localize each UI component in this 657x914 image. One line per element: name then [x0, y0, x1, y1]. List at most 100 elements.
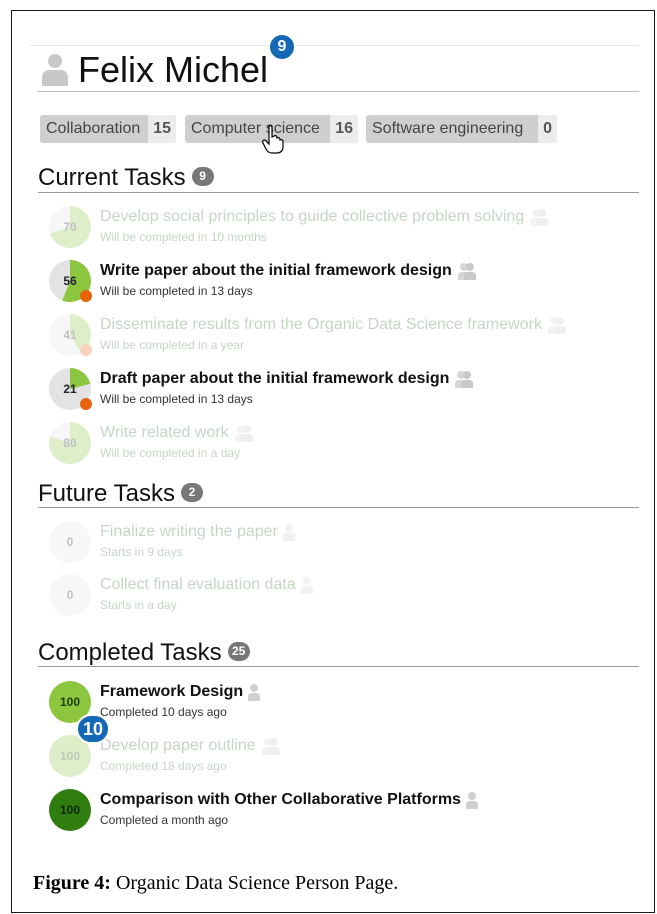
people-icon	[547, 317, 566, 334]
person-name: Felix Michel	[78, 49, 269, 90]
future-tasks-count: 2	[180, 483, 203, 503]
tag-collaboration[interactable]: Collaboration 15	[40, 115, 176, 143]
task-subtitle: Will be completed in 13 days	[100, 284, 253, 298]
task-title[interactable]: Develop social principles to guide colle…	[100, 208, 550, 226]
task-title[interactable]: Comparison with Other Collaborative Plat…	[100, 791, 479, 809]
task-title[interactable]: Write related work	[100, 424, 255, 442]
people-icon	[530, 209, 549, 226]
progress-value: 80	[63, 436, 77, 450]
task-title-text: Finalize writing the paper	[100, 523, 278, 541]
task-row[interactable]: 0 Finalize writing the paper Starts in 9 d…	[48, 520, 638, 564]
person-icon	[248, 684, 261, 701]
progress-dial: 56	[49, 260, 92, 302]
progress-dial: 70	[49, 206, 92, 248]
completed-tasks-heading: Completed Tasks 25	[38, 639, 250, 667]
task-title-text: Framework Design	[100, 683, 244, 701]
section-title: Future Tasks	[38, 480, 175, 507]
person-icon	[282, 524, 295, 541]
alert-dot	[80, 290, 92, 302]
people-icon	[455, 371, 474, 388]
alert-dot	[80, 344, 92, 356]
step-badge-10: 10	[76, 714, 110, 744]
task-row[interactable]: 100 Framework Design Completed 10 days ago	[48, 680, 638, 724]
task-subtitle: Completed 10 days ago	[100, 705, 227, 719]
step-badge-9: 9	[268, 33, 296, 61]
task-title[interactable]: Develop paper outline	[100, 737, 282, 755]
task-title[interactable]: Draft paper about the initial framework …	[100, 370, 475, 388]
progress-dial: 80	[49, 422, 92, 464]
progress-value: 0	[67, 588, 74, 602]
progress-value: 41	[63, 328, 77, 342]
section-title: Completed Tasks	[38, 639, 222, 666]
section-title: Current Tasks	[38, 164, 186, 191]
task-row[interactable]: 100 Develop paper outline Completed 18 day…	[48, 734, 638, 778]
people-icon	[457, 263, 476, 280]
task-row[interactable]: 0 Collect final evaluation data Starts in …	[48, 573, 638, 617]
progress-dial: 0	[49, 521, 91, 563]
progress-value: 56	[63, 274, 77, 288]
task-row[interactable]: 70 Develop social principles to guide col…	[48, 205, 638, 249]
task-subtitle: Will be completed in 13 days	[100, 392, 253, 406]
name-divider	[38, 91, 639, 92]
person-icon	[300, 577, 313, 594]
task-title-text: Develop social principles to guide colle…	[100, 208, 525, 226]
task-row[interactable]: 21 Draft paper about the initial framewor…	[48, 367, 638, 411]
progress-dial: 0	[49, 574, 91, 616]
progress-dial: 100	[49, 789, 91, 831]
task-title-text: Collect final evaluation data	[100, 576, 296, 594]
top-divider	[30, 45, 639, 46]
progress-value: 100	[60, 803, 80, 817]
completed-tasks-count: 25	[227, 642, 250, 662]
progress-dial: 21	[49, 368, 92, 410]
current-tasks-count: 9	[191, 167, 214, 187]
task-title[interactable]: Framework Design	[100, 683, 261, 701]
task-title-text: Draft paper about the initial framework …	[100, 370, 450, 388]
task-subtitle: Starts in a day	[100, 598, 177, 612]
future-tasks-heading: Future Tasks 2	[38, 480, 203, 508]
task-title[interactable]: Collect final evaluation data	[100, 576, 314, 594]
task-subtitle: Will be completed in a year	[100, 338, 245, 352]
task-subtitle: Starts in 9 days	[100, 545, 183, 559]
current-tasks-divider	[38, 192, 639, 193]
task-title-text: Disseminate results from the Organic Dat…	[100, 316, 542, 334]
task-row[interactable]: 80 Write related work Will be completed in…	[48, 421, 638, 465]
tag-count: 15	[148, 115, 176, 143]
tag-count: 16	[330, 115, 358, 143]
progress-value: 21	[63, 382, 77, 396]
task-row[interactable]: 41 Disseminate results from the Organic D…	[48, 313, 638, 357]
tag-software-engineering[interactable]: Software engineering 0	[366, 115, 557, 143]
task-title-text: Write paper about the initial framework …	[100, 262, 452, 280]
person-icon	[42, 54, 68, 86]
alert-dot	[80, 398, 92, 410]
task-subtitle: Will be completed in a day	[100, 446, 241, 460]
progress-dial: 41	[49, 314, 92, 356]
tag-label: Computer science	[191, 120, 320, 137]
current-tasks-heading: Current Tasks 9	[38, 164, 214, 192]
task-row[interactable]: 56 Write paper about the initial framewor…	[48, 259, 638, 303]
tag-count: 0	[538, 115, 557, 143]
task-title-text: Develop paper outline	[100, 737, 256, 755]
person-icon	[465, 792, 478, 809]
caption-label: Figure 4:	[33, 872, 111, 894]
progress-value: 100	[60, 749, 80, 763]
task-row[interactable]: 100 Comparison with Other Collaborative P…	[48, 788, 638, 832]
tag-label: Collaboration	[46, 120, 141, 137]
task-subtitle: Will be completed in 10 months	[100, 230, 267, 244]
task-title-text: Write related work	[100, 424, 229, 442]
task-subtitle: Completed 18 days ago	[100, 759, 227, 773]
task-title[interactable]: Finalize writing the paper	[100, 523, 296, 541]
task-subtitle: Completed a month ago	[100, 813, 229, 827]
hand-cursor-icon	[262, 125, 284, 154]
task-title-text: Comparison with Other Collaborative Plat…	[100, 791, 461, 809]
progress-value: 100	[60, 695, 80, 709]
completed-tasks-divider	[38, 666, 639, 667]
tag-label: Software engineering	[372, 120, 524, 137]
people-icon	[234, 425, 253, 442]
people-icon	[261, 738, 280, 755]
figure-caption: Figure 4: Organic Data Science Person Pa…	[33, 872, 398, 895]
progress-value: 0	[67, 535, 74, 549]
task-title[interactable]: Write paper about the initial framework …	[100, 262, 478, 280]
progress-value: 70	[63, 220, 77, 234]
future-tasks-divider	[38, 507, 639, 508]
task-title[interactable]: Disseminate results from the Organic Dat…	[100, 316, 568, 334]
